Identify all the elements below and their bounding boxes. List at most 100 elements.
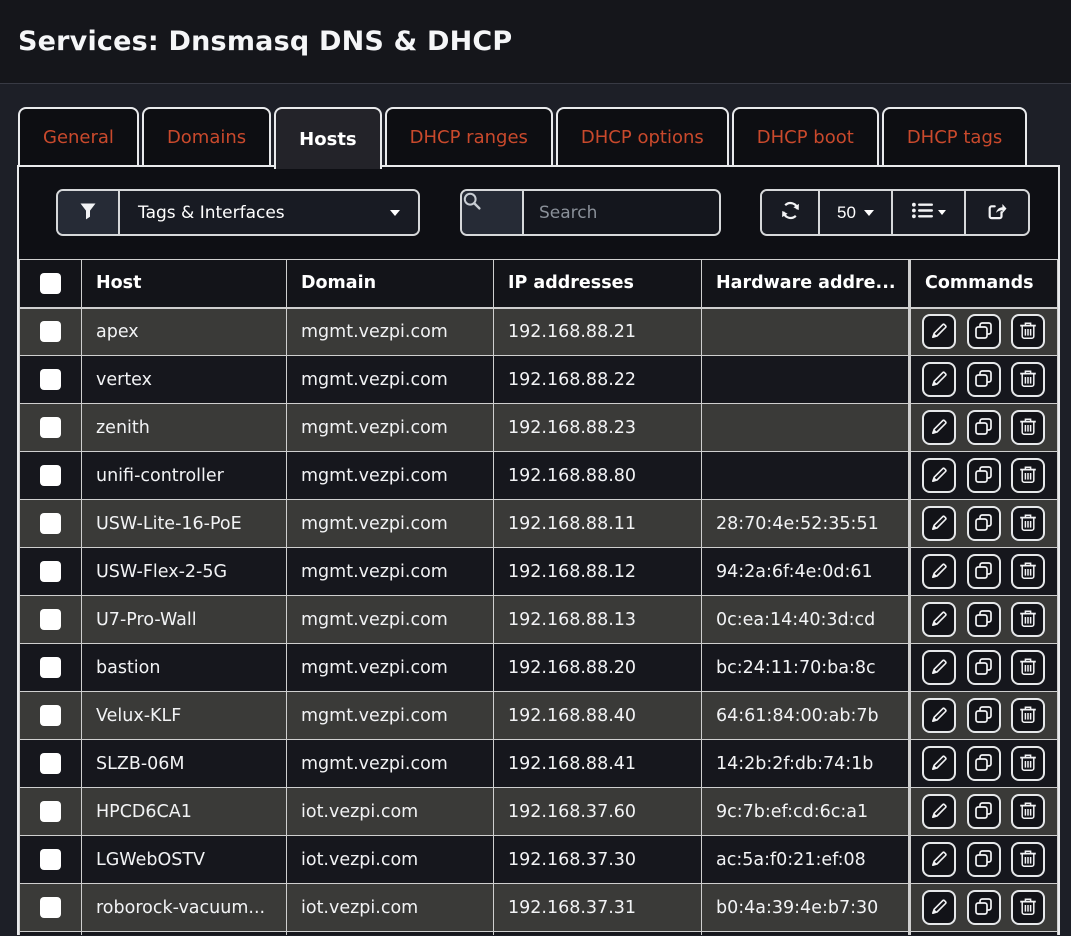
search-input[interactable] (524, 191, 719, 234)
edit-button[interactable] (922, 650, 956, 685)
search-icon-segment (462, 191, 524, 234)
copy-button[interactable] (967, 602, 1001, 637)
column-header-host[interactable]: Host (82, 260, 287, 308)
select-all-checkbox[interactable] (40, 273, 61, 294)
refresh-icon (780, 200, 801, 226)
row-checkbox[interactable] (40, 897, 61, 918)
copy-button[interactable] (967, 458, 1001, 493)
column-header-ip-addresses[interactable]: IP addresses (494, 260, 702, 308)
edit-button[interactable] (922, 698, 956, 733)
columns-dropdown[interactable] (893, 191, 966, 234)
row-checkbox[interactable] (40, 753, 61, 774)
column-header-hardware-address[interactable]: Hardware addre... (702, 260, 910, 308)
row-checkbox[interactable] (40, 801, 61, 822)
domain-cell: mgmt.vezpi.com (301, 466, 448, 486)
row-checkbox[interactable] (40, 561, 61, 582)
domain-cell: mgmt.vezpi.com (301, 658, 448, 678)
row-checkbox[interactable] (40, 609, 61, 630)
edit-button[interactable] (922, 506, 956, 541)
delete-button[interactable] (1011, 554, 1045, 589)
row-checkbox[interactable] (40, 705, 61, 726)
export-button[interactable] (966, 191, 1028, 234)
copy-icon (974, 897, 993, 919)
delete-button[interactable] (1011, 842, 1045, 877)
copy-icon (974, 513, 993, 535)
toolbar: Tags & Interfaces (56, 189, 1030, 236)
hosts-table-body: apex mgmt.vezpi.com 192.168.88.21 (20, 308, 1058, 936)
copy-button[interactable] (967, 362, 1001, 397)
tab-dhcp-ranges[interactable]: DHCP ranges (385, 107, 553, 165)
copy-button[interactable] (967, 842, 1001, 877)
delete-button[interactable] (1011, 890, 1045, 925)
delete-button[interactable] (1011, 458, 1045, 493)
pencil-icon (930, 609, 949, 631)
delete-button[interactable] (1011, 794, 1045, 829)
copy-icon (974, 417, 993, 439)
row-checkbox[interactable] (40, 417, 61, 438)
domain-cell: mgmt.vezpi.com (301, 322, 448, 342)
edit-button[interactable] (922, 794, 956, 829)
pencil-icon (930, 561, 949, 583)
tab-domains[interactable]: Domains (142, 107, 271, 165)
row-checkbox[interactable] (40, 513, 61, 534)
tab-general[interactable]: General (18, 107, 139, 165)
copy-button[interactable] (967, 698, 1001, 733)
copy-button[interactable] (967, 890, 1001, 925)
edit-button[interactable] (922, 458, 956, 493)
mac-cell: 9c:7b:ef:cd:6c:a1 (716, 802, 868, 822)
mac-cell: bc:24:11:70:ba:8c (716, 658, 876, 678)
ip-cell: 192.168.88.80 (508, 466, 636, 486)
copy-button[interactable] (967, 314, 1001, 349)
delete-button[interactable] (1011, 506, 1045, 541)
filter-button[interactable] (58, 191, 120, 234)
edit-button[interactable] (922, 554, 956, 589)
host-cell: roborock-vacuum... (96, 898, 265, 918)
host-cell: vertex (96, 370, 152, 390)
copy-button[interactable] (967, 794, 1001, 829)
tab-hosts[interactable]: Hosts (274, 107, 381, 169)
edit-button[interactable] (922, 410, 956, 445)
delete-button[interactable] (1011, 746, 1045, 781)
edit-button[interactable] (922, 890, 956, 925)
filter-dropdown[interactable]: Tags & Interfaces (120, 191, 418, 234)
copy-button[interactable] (967, 650, 1001, 685)
domain-cell: iot.vezpi.com (301, 802, 418, 822)
ip-cell: 192.168.88.13 (508, 610, 636, 630)
host-cell: bastion (96, 658, 160, 678)
trash-icon (1019, 513, 1037, 535)
edit-button[interactable] (922, 842, 956, 877)
delete-button[interactable] (1011, 650, 1045, 685)
edit-button[interactable] (922, 362, 956, 397)
edit-button[interactable] (922, 314, 956, 349)
refresh-button[interactable] (762, 191, 820, 234)
domain-cell: mgmt.vezpi.com (301, 706, 448, 726)
column-header-domain[interactable]: Domain (287, 260, 494, 308)
copy-button[interactable] (967, 506, 1001, 541)
edit-button[interactable] (922, 746, 956, 781)
row-checkbox[interactable] (40, 369, 61, 390)
copy-button[interactable] (967, 746, 1001, 781)
row-checkbox[interactable] (40, 657, 61, 678)
edit-button[interactable] (922, 602, 956, 637)
tab-dhcp-boot[interactable]: DHCP boot (732, 107, 879, 165)
filter-dropdown-label: Tags & Interfaces (138, 203, 285, 223)
tab-dhcp-options[interactable]: DHCP options (556, 107, 729, 165)
copy-button[interactable] (967, 554, 1001, 589)
copy-button[interactable] (967, 410, 1001, 445)
delete-button[interactable] (1011, 602, 1045, 637)
domain-cell: mgmt.vezpi.com (301, 562, 448, 582)
delete-button[interactable] (1011, 410, 1045, 445)
tab-dhcp-tags[interactable]: DHCP tags (882, 107, 1027, 165)
delete-button[interactable] (1011, 698, 1045, 733)
row-checkbox[interactable] (40, 321, 61, 342)
ip-cell: 192.168.37.30 (508, 850, 636, 870)
tab-label: DHCP tags (907, 127, 1002, 148)
page-size-dropdown[interactable]: 50 (820, 191, 893, 234)
row-checkbox[interactable] (40, 465, 61, 486)
row-checkbox[interactable] (40, 849, 61, 870)
table-header-row: Host Domain IP addresses Hardware addre.… (20, 260, 1058, 308)
chevron-down-icon (390, 210, 400, 216)
delete-button[interactable] (1011, 314, 1045, 349)
mac-cell: 28:70:4e:52:35:51 (716, 514, 879, 534)
delete-button[interactable] (1011, 362, 1045, 397)
